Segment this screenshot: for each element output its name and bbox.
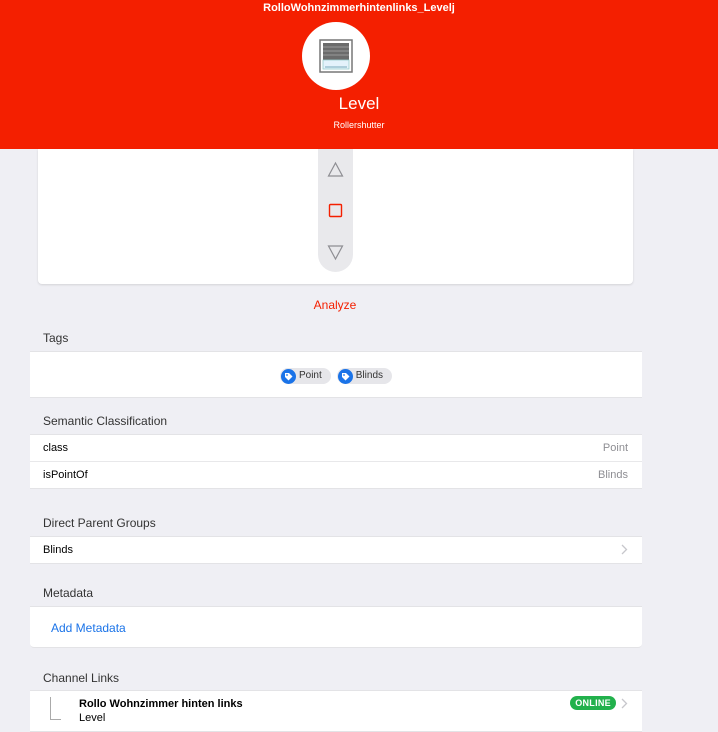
item-name: RolloWohnzimmerhintenlinks_Levelj [263,2,455,14]
analyze-link[interactable]: Analyze [0,298,670,312]
rollershutter-icon [319,39,353,73]
item-type: Rollershutter [333,120,385,130]
tag-icon [337,368,353,384]
channel-title: Rollo Wohnzimmer hinten links [79,698,243,710]
status-badge: ONLINE [570,696,616,710]
metadata-title: Metadata [43,586,94,600]
semantic-row-class: class Point [30,435,642,462]
channel-subtitle: Level [79,712,106,724]
chevron-right-icon [621,544,628,555]
parent-group-label: Blinds [43,544,73,556]
item-header: RolloWohnzimmerhintenlinks_Levelj Level … [0,0,718,149]
triangle-down-icon[interactable] [327,244,344,261]
semantic-panel: class Point isPointOf Blinds [30,434,642,489]
square-stop-icon[interactable] [327,202,344,219]
tag-icon [280,368,296,384]
tags-title: Tags [43,331,69,345]
semantic-title: Semantic Classification [43,414,168,428]
channel-links-title: Channel Links [43,671,120,685]
semantic-value: Blinds [598,469,628,481]
parent-group-item-blinds[interactable]: Blinds [30,536,642,564]
tag-chip-point[interactable]: Point [279,368,331,384]
semantic-key: class [43,442,69,454]
control-card [38,149,633,284]
channel-link-item[interactable]: Rollo Wohnzimmer hinten links Level ONLI… [30,690,642,732]
tree-connector-icon [50,697,61,720]
semantic-key: isPointOf [43,469,88,481]
add-metadata-link[interactable]: Add Metadata [51,621,126,635]
parent-groups-title: Direct Parent Groups [43,516,156,530]
tag-label: Blinds [355,370,384,381]
semantic-row-ispointof: isPointOf Blinds [30,462,642,488]
rollershutter-controls [318,149,353,272]
tags-panel: Point Blinds [30,351,642,398]
chevron-right-icon [621,698,628,709]
semantic-value: Point [602,442,628,454]
tag-chip-blinds[interactable]: Blinds [336,368,393,384]
metadata-panel: Add Metadata [30,606,642,648]
item-label: Level [338,94,380,113]
tag-label: Point [298,370,322,381]
item-avatar [302,22,370,90]
triangle-up-icon[interactable] [327,161,344,178]
